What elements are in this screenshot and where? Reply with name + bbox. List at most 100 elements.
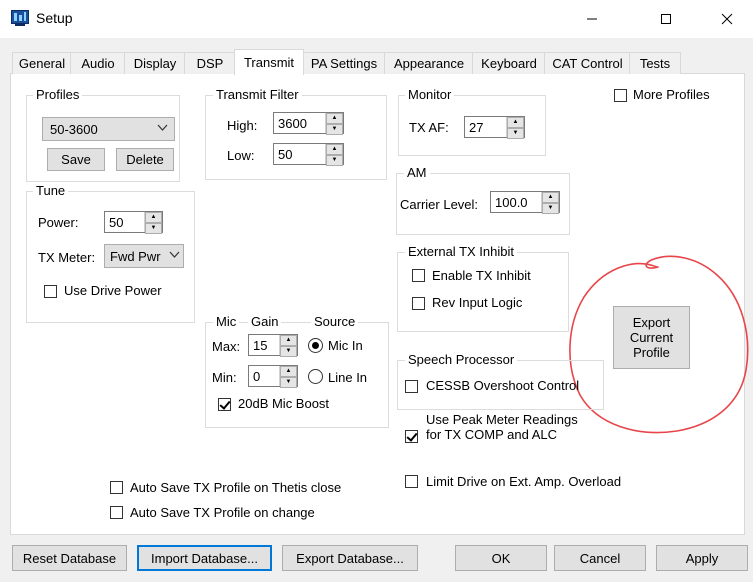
tab-dsp[interactable]: DSP [184, 52, 236, 74]
monitor-title: Monitor [405, 88, 455, 102]
mic-max-value: 15 [253, 338, 268, 353]
tab-appearance[interactable]: Appearance [384, 52, 474, 74]
am-title: AM [404, 166, 430, 180]
tx-meter-select[interactable]: Fwd Pwr [104, 244, 184, 268]
tab-display[interactable]: Display [124, 52, 186, 74]
power-label: Power: [38, 215, 79, 230]
power-value: 50 [109, 215, 124, 230]
max-label: Max: [212, 339, 241, 354]
title-bar [0, 0, 753, 38]
carrier-level-stepper[interactable]: 100.0 ▲ ▼ [490, 191, 560, 214]
mic-title: Mic [213, 315, 240, 329]
cessb-label: CESSB Overshoot Control [426, 378, 580, 393]
mic-boost-label: 20dB Mic Boost [238, 396, 330, 411]
spin-up-icon[interactable]: ▲ [326, 113, 343, 124]
maximize-icon [661, 14, 671, 24]
tab-transmit[interactable]: Transmit [234, 49, 304, 75]
more-profiles-label: More Profiles [633, 87, 710, 102]
high-filter-value: 3600 [278, 116, 307, 131]
high-label: High: [227, 118, 258, 133]
tab-tests[interactable]: Tests [629, 52, 681, 74]
spin-down-icon[interactable]: ▼ [326, 124, 343, 135]
spin-down-icon[interactable]: ▼ [507, 128, 524, 139]
carrier-level-value: 100.0 [495, 195, 528, 210]
tab-keyboard[interactable]: Keyboard [472, 52, 546, 74]
spin-down-icon[interactable]: ▼ [280, 346, 297, 357]
low-filter-stepper[interactable]: 50 ▲ ▼ [273, 143, 344, 166]
limit-drive-label: Limit Drive on Ext. Amp. Overload [426, 474, 622, 489]
window-title: Setup [36, 10, 73, 26]
chevron-down-icon [157, 124, 168, 131]
profile-select-value: 50-3600 [50, 122, 98, 137]
rev-input-logic-label: Rev Input Logic [432, 295, 523, 310]
export-database-button[interactable]: Export Database... [282, 545, 418, 571]
tx-meter-label: TX Meter: [38, 250, 96, 265]
save-profile-button[interactable]: Save [47, 148, 105, 171]
more-profiles-checkbox[interactable] [614, 89, 627, 102]
autosave-close-label: Auto Save TX Profile on Thetis close [130, 480, 342, 495]
carrier-level-label: Carrier Level: [400, 197, 479, 212]
spin-up-icon[interactable]: ▲ [542, 192, 559, 203]
spin-down-icon[interactable]: ▼ [326, 155, 343, 166]
source-label: Source [311, 315, 359, 329]
cancel-button[interactable]: Cancel [554, 545, 646, 571]
use-drive-power-label: Use Drive Power [64, 283, 162, 298]
spin-up-icon[interactable]: ▲ [280, 366, 297, 377]
autosave-change-label: Auto Save TX Profile on change [130, 505, 315, 520]
line-in-radio[interactable] [308, 369, 323, 384]
use-drive-power-checkbox[interactable] [44, 285, 57, 298]
power-stepper[interactable]: 50 ▲ ▼ [104, 211, 163, 234]
line-in-label: Line In [328, 370, 368, 385]
minimize-button[interactable] [569, 0, 615, 38]
autosave-change-checkbox[interactable] [110, 506, 123, 519]
mic-boost-checkbox[interactable] [218, 398, 231, 411]
profile-select[interactable]: 50-3600 [42, 117, 175, 141]
mic-in-label: Mic In [328, 338, 363, 353]
ok-button[interactable]: OK [455, 545, 547, 571]
tx-af-label: TX AF: [409, 120, 449, 135]
minimize-icon [587, 18, 597, 20]
cessb-checkbox[interactable] [405, 380, 418, 393]
low-filter-value: 50 [278, 147, 293, 162]
tab-pa-settings[interactable]: PA Settings [302, 52, 386, 74]
close-button[interactable] [704, 0, 750, 38]
gain-label: Gain [248, 315, 282, 329]
enable-tx-inhibit-checkbox[interactable] [412, 269, 425, 282]
profiles-title: Profiles [33, 88, 83, 102]
transmit-filter-group [205, 95, 387, 180]
limit-drive-checkbox[interactable] [405, 475, 418, 488]
rev-input-logic-checkbox[interactable] [412, 297, 425, 310]
autosave-close-checkbox[interactable] [110, 481, 123, 494]
tune-title: Tune [33, 184, 69, 198]
mic-min-stepper[interactable]: 0 ▲ ▼ [248, 365, 298, 388]
low-label: Low: [227, 148, 255, 163]
maximize-button[interactable] [643, 0, 689, 38]
spin-up-icon[interactable]: ▲ [507, 117, 524, 128]
spin-down-icon[interactable]: ▼ [280, 377, 297, 388]
tab-general[interactable]: General [12, 52, 72, 74]
mic-in-radio[interactable] [308, 338, 323, 353]
delete-profile-button[interactable]: Delete [116, 148, 174, 171]
apply-button[interactable]: Apply [656, 545, 748, 571]
transmit-filter-title: Transmit Filter [213, 88, 302, 102]
spin-up-icon[interactable]: ▲ [145, 212, 162, 223]
tab-cat-control[interactable]: CAT Control [544, 52, 631, 74]
reset-database-button[interactable]: Reset Database [12, 545, 127, 571]
peak-meter-checkbox[interactable] [405, 430, 418, 443]
spin-up-icon[interactable]: ▲ [326, 144, 343, 155]
enable-tx-inhibit-label: Enable TX Inhibit [432, 268, 531, 283]
external-tx-inhibit-title: External TX Inhibit [405, 245, 517, 259]
peak-meter-label: Use Peak Meter Readings for TX COMP and … [426, 412, 578, 442]
mic-min-value: 0 [253, 369, 261, 384]
high-filter-stepper[interactable]: 3600 ▲ ▼ [273, 112, 344, 135]
min-label: Min: [212, 370, 237, 385]
spin-down-icon[interactable]: ▼ [145, 223, 162, 234]
tx-af-stepper[interactable]: 27 ▲ ▼ [464, 116, 525, 139]
tx-af-value: 27 [469, 120, 484, 135]
spin-down-icon[interactable]: ▼ [542, 203, 559, 214]
tab-audio[interactable]: Audio [70, 52, 126, 74]
spin-up-icon[interactable]: ▲ [280, 335, 297, 346]
import-database-button[interactable]: Import Database... [137, 545, 272, 571]
app-icon [11, 10, 29, 26]
mic-max-stepper[interactable]: 15 ▲ ▼ [248, 334, 298, 357]
